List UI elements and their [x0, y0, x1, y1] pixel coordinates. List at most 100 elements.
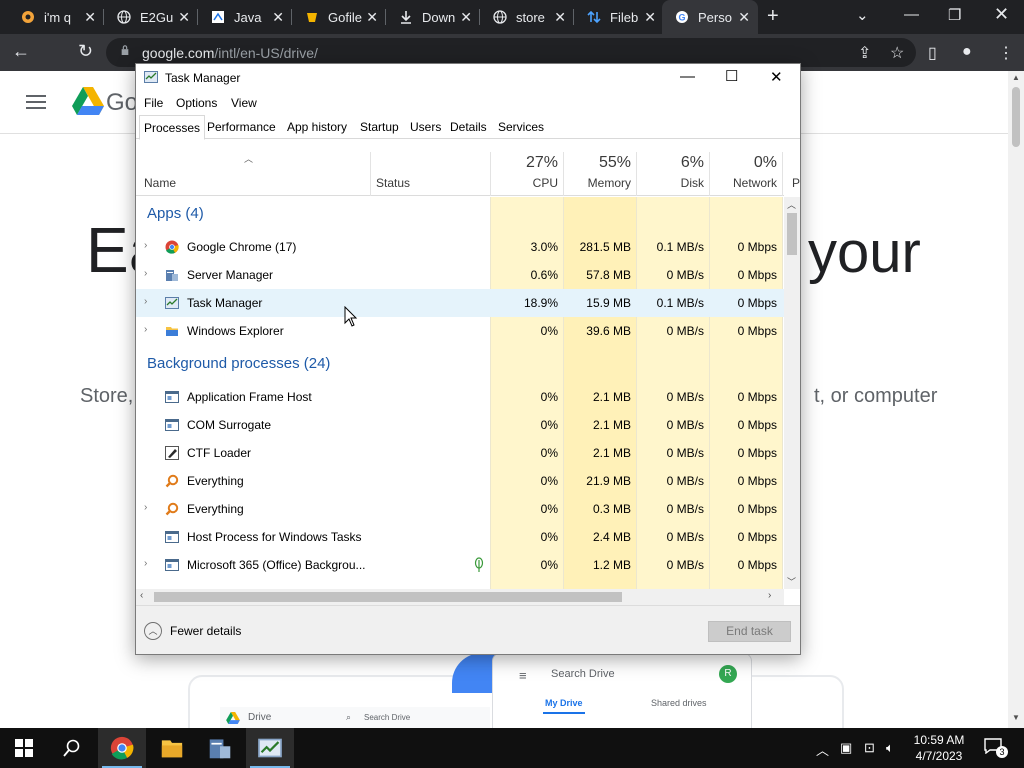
taskbar-file-explorer[interactable] — [148, 728, 196, 768]
browser-tab-8-active[interactable]: G Perso ✕ — [662, 0, 758, 34]
browser-tab-1[interactable]: i'm q ✕ — [8, 0, 104, 34]
process-list-horizontal-scrollbar[interactable]: ‹ › — [136, 589, 784, 605]
menu-file[interactable]: File — [144, 96, 163, 110]
volume-icon[interactable]: 🔈︎ — [886, 740, 894, 756]
close-tab-icon[interactable]: ✕ — [272, 9, 284, 26]
scroll-down-icon[interactable]: ﹀ — [787, 575, 796, 588]
network-icon[interactable]: ⊡ — [864, 740, 875, 756]
browser-tab-4[interactable]: Gofile ✕ — [292, 0, 386, 34]
device-icon[interactable]: ▣ — [840, 740, 852, 756]
tab-details[interactable]: Details — [446, 115, 491, 139]
table-row[interactable]: › Everything 0% 0.3 MB 0 MB/s 0 Mbps — [136, 495, 784, 523]
kebab-menu-icon[interactable]: ⋮ — [998, 43, 1014, 63]
network-percent[interactable]: 0% — [715, 154, 777, 172]
chevron-right-icon[interactable]: › — [144, 324, 147, 335]
chevron-right-icon[interactable]: › — [144, 268, 147, 279]
menu-view[interactable]: View — [231, 96, 257, 110]
search-button[interactable] — [48, 728, 96, 768]
browser-tab-3[interactable]: Java ✕ — [198, 0, 292, 34]
page-scrollbar[interactable]: ▲ ▼ — [1008, 71, 1024, 728]
table-row[interactable]: Application Frame Host 0% 2.1 MB 0 MB/s … — [136, 383, 784, 411]
side-panel-icon[interactable]: ▯ — [928, 43, 937, 63]
tab-processes[interactable]: Processes — [139, 115, 206, 140]
bookmark-star-icon[interactable]: ☆ — [890, 43, 904, 63]
close-tab-icon[interactable]: ✕ — [738, 9, 750, 26]
title-bar[interactable]: Task Manager — ☐ ✕ — [136, 64, 800, 92]
table-row[interactable]: › Server Manager 0.6% 57.8 MB 0 MB/s 0 M… — [136, 261, 784, 289]
browser-tab-7[interactable]: Fileb ✕ — [574, 0, 664, 34]
tab-app-history[interactable]: App history — [283, 115, 351, 139]
chevron-up-icon[interactable]: ︿ — [816, 740, 829, 759]
scroll-down-icon[interactable]: ▼ — [1012, 713, 1020, 722]
notification-center-button[interactable]: 3 — [984, 738, 1008, 758]
table-row-selected[interactable]: › Task Manager 18.9% 15.9 MB 0.1 MB/s 0 … — [136, 289, 784, 317]
tab-services[interactable]: Services — [494, 115, 548, 139]
tab-performance[interactable]: Performance — [203, 115, 280, 139]
tab-startup[interactable]: Startup — [356, 115, 403, 139]
column-power-partial[interactable]: P — [792, 176, 802, 190]
maximize-icon[interactable]: ☐ — [725, 67, 738, 85]
close-window-icon[interactable]: ✕ — [994, 4, 1009, 25]
scrollbar-thumb[interactable] — [154, 592, 622, 602]
table-row[interactable]: CTF Loader 0% 2.1 MB 0 MB/s 0 Mbps — [136, 439, 784, 467]
close-tab-icon[interactable]: ✕ — [460, 9, 472, 26]
column-disk[interactable]: Disk — [642, 176, 704, 190]
close-tab-icon[interactable]: ✕ — [366, 9, 378, 26]
task-manager-window: Task Manager — ☐ ✕ File Options View Pro… — [135, 63, 801, 655]
table-row[interactable]: › Windows Explorer 0% 39.6 MB 0 MB/s 0 M… — [136, 317, 784, 345]
browser-tab-2[interactable]: E2Gu ✕ — [104, 0, 198, 34]
table-row[interactable]: › Microsoft 365 (Office) Backgrou... 0% … — [136, 551, 784, 579]
minimize-icon[interactable]: — — [904, 6, 919, 23]
scroll-up-icon[interactable]: ︿ — [787, 198, 796, 211]
end-task-button[interactable]: End task — [708, 621, 791, 642]
scrollbar-thumb[interactable] — [1012, 87, 1020, 147]
chevron-right-icon[interactable]: › — [144, 240, 147, 251]
column-status[interactable]: Status — [376, 176, 410, 190]
browser-tab-6[interactable]: store ✕ — [480, 0, 574, 34]
close-tab-icon[interactable]: ✕ — [178, 9, 190, 26]
column-network[interactable]: Network — [715, 176, 777, 190]
close-tab-icon[interactable]: ✕ — [644, 9, 656, 26]
browser-tab-5[interactable]: Down ✕ — [386, 0, 480, 34]
scrollbar-thumb[interactable] — [787, 213, 797, 255]
close-tab-icon[interactable]: ✕ — [84, 9, 96, 26]
close-icon[interactable]: ✕ — [770, 68, 783, 86]
chevron-right-icon[interactable]: › — [144, 296, 147, 307]
memory-percent[interactable]: 55% — [569, 154, 631, 172]
taskbar-task-manager[interactable] — [246, 728, 294, 768]
taskbar-server-manager[interactable] — [196, 728, 244, 768]
back-icon[interactable]: ← — [12, 41, 30, 62]
column-cpu[interactable]: CPU — [496, 176, 558, 190]
cpu-percent[interactable]: 27% — [496, 154, 558, 172]
taskbar-chrome[interactable] — [98, 728, 146, 768]
reload-icon[interactable]: ↻ — [78, 41, 93, 62]
menu-options[interactable]: Options — [176, 96, 217, 110]
tab-search-icon[interactable]: ⌄ — [856, 6, 869, 24]
process-list-vertical-scrollbar[interactable]: ︿ ﹀ — [784, 197, 800, 589]
chevron-right-icon[interactable]: › — [144, 502, 147, 513]
fewer-details-button[interactable]: Fewer details — [170, 624, 241, 638]
system-clock[interactable]: 10:59 AM 4/7/2023 — [906, 732, 972, 764]
start-button[interactable] — [0, 728, 48, 768]
tab-users[interactable]: Users — [406, 115, 445, 139]
disk-percent[interactable]: 6% — [642, 154, 704, 172]
hero-subtitle-right: t, or computer — [814, 385, 938, 407]
table-row[interactable]: Host Process for Windows Tasks 0% 2.4 MB… — [136, 523, 784, 551]
hamburger-menu-icon[interactable] — [26, 95, 46, 113]
column-name[interactable]: Name — [144, 176, 176, 190]
close-tab-icon[interactable]: ✕ — [554, 9, 566, 26]
scroll-right-icon[interactable]: › — [768, 590, 771, 601]
chevron-right-icon[interactable]: › — [144, 558, 147, 569]
new-tab-button[interactable]: + — [767, 5, 779, 28]
share-icon[interactable]: ⇪ — [858, 43, 871, 63]
scroll-up-icon[interactable]: ▲ — [1012, 73, 1020, 82]
column-memory[interactable]: Memory — [569, 176, 631, 190]
table-row[interactable]: › Google Chrome (17) 3.0% 281.5 MB 0.1 M… — [136, 233, 784, 261]
scroll-left-icon[interactable]: ‹ — [140, 590, 143, 601]
restore-icon[interactable]: ❐ — [948, 6, 961, 24]
profile-icon[interactable]: ● — [962, 43, 972, 61]
minimize-icon[interactable]: — — [680, 68, 695, 85]
table-row[interactable]: COM Surrogate 0% 2.1 MB 0 MB/s 0 Mbps — [136, 411, 784, 439]
table-row[interactable]: Everything 0% 21.9 MB 0 MB/s 0 Mbps — [136, 467, 784, 495]
chevron-up-circle-icon[interactable]: ︿ — [144, 622, 162, 640]
